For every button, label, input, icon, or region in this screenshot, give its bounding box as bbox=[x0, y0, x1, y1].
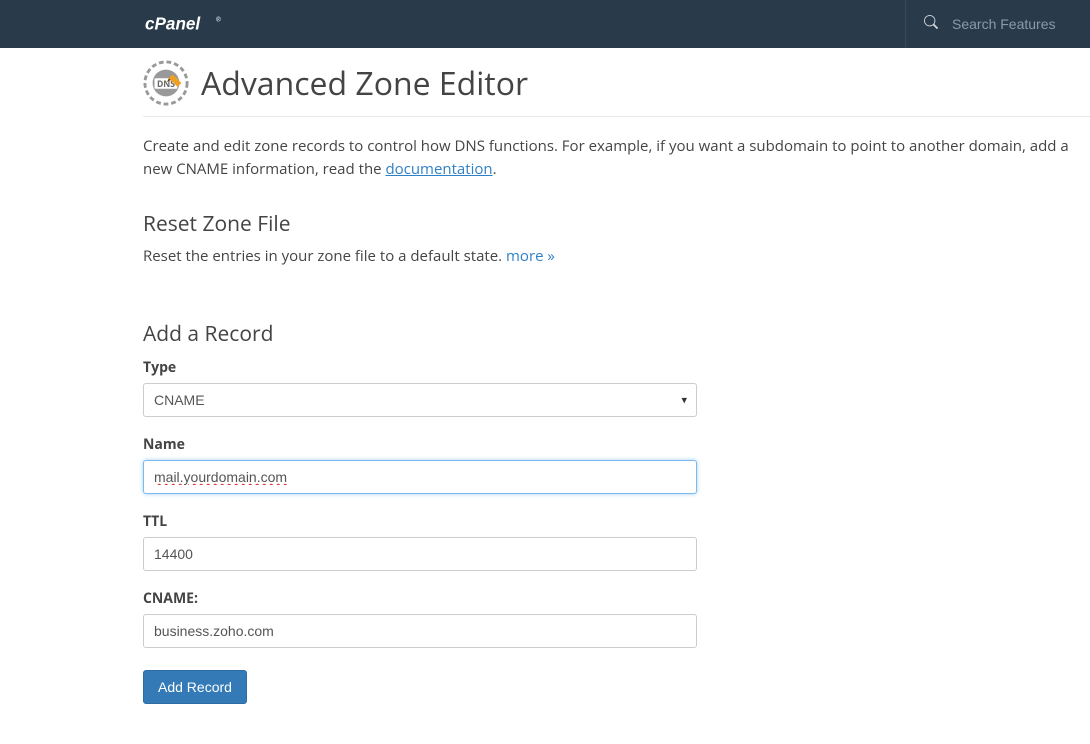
cname-label: CNAME: bbox=[143, 589, 1090, 608]
reset-desc-prefix: Reset the entries in your zone file to a… bbox=[143, 246, 506, 266]
name-group: Name bbox=[143, 435, 1090, 494]
type-select[interactable]: CNAME bbox=[143, 383, 697, 417]
search-area bbox=[905, 0, 1090, 48]
documentation-link[interactable]: documentation bbox=[385, 159, 492, 179]
page-title: Advanced Zone Editor bbox=[201, 62, 528, 105]
logo[interactable]: cPanel ® bbox=[145, 13, 255, 35]
reset-heading: Reset Zone File bbox=[143, 210, 1090, 238]
add-record-heading: Add a Record bbox=[143, 320, 1090, 348]
svg-text:cPanel: cPanel bbox=[145, 15, 201, 34]
ttl-label: TTL bbox=[143, 512, 1090, 531]
type-select-wrapper: CNAME bbox=[143, 383, 697, 417]
more-link[interactable]: more » bbox=[506, 246, 555, 266]
name-label: Name bbox=[143, 435, 1090, 454]
svg-text:®: ® bbox=[216, 15, 221, 24]
cname-group: CNAME: bbox=[143, 589, 1090, 648]
dns-icon: DNS bbox=[143, 60, 189, 106]
ttl-group: TTL bbox=[143, 512, 1090, 571]
cname-input[interactable] bbox=[143, 614, 697, 648]
search-input[interactable] bbox=[952, 16, 1072, 32]
type-group: Type CNAME bbox=[143, 358, 1090, 417]
type-label: Type bbox=[143, 358, 1090, 377]
intro-text: Create and edit zone records to control … bbox=[143, 117, 1090, 180]
add-record-button[interactable]: Add Record bbox=[143, 670, 247, 704]
reset-desc: Reset the entries in your zone file to a… bbox=[143, 246, 1090, 266]
name-input[interactable] bbox=[143, 460, 697, 494]
top-nav: cPanel ® bbox=[0, 0, 1090, 48]
intro-text-suffix: . bbox=[493, 159, 497, 179]
page-title-row: DNS Advanced Zone Editor bbox=[143, 48, 1090, 117]
search-icon bbox=[924, 15, 938, 34]
main-content: DNS Advanced Zone Editor Create and edit… bbox=[0, 48, 1090, 744]
intro-text-prefix: Create and edit zone records to control … bbox=[143, 136, 1069, 179]
ttl-input[interactable] bbox=[143, 537, 697, 571]
